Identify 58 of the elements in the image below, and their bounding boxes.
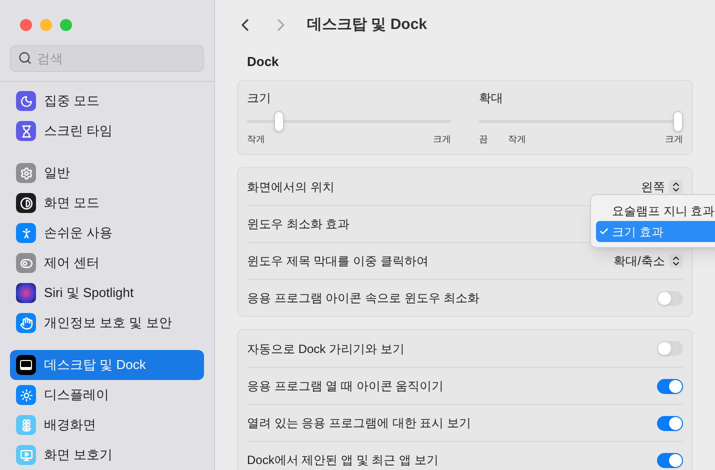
popup-button[interactable]: 확대/축소 bbox=[614, 252, 683, 270]
orb-icon bbox=[16, 283, 36, 303]
stepper-icon bbox=[669, 254, 683, 268]
hourglass-icon bbox=[16, 121, 36, 141]
hand-icon bbox=[16, 313, 36, 333]
setting-label: 윈도우 제목 막대를 이중 클릭하여 bbox=[247, 253, 428, 270]
search-icon bbox=[18, 51, 32, 65]
toggle-switch[interactable] bbox=[657, 290, 683, 306]
moon-icon bbox=[16, 91, 36, 111]
setting-label: 화면에서의 위치 bbox=[247, 178, 334, 196]
slider-thumb[interactable] bbox=[274, 110, 284, 132]
sidebar-item[interactable]: 일반 bbox=[10, 158, 204, 188]
window-title: 데스크탑 및 Dock bbox=[307, 14, 428, 35]
toggle-switch[interactable] bbox=[657, 452, 683, 468]
popup-button[interactable]: 왼쪽 bbox=[641, 178, 683, 196]
menu-item[interactable]: 요술램프 지니 효과 bbox=[596, 200, 715, 221]
setting-label: 응용 프로그램 열 때 아이콘 움직이기 bbox=[247, 378, 444, 395]
sun-icon bbox=[16, 385, 36, 405]
accessibility-icon bbox=[16, 223, 36, 243]
setting-label: 열려 있는 응용 프로그램에 대한 표시 보기 bbox=[247, 415, 472, 432]
section-title: Dock bbox=[247, 53, 280, 71]
search-field[interactable]: 검색 bbox=[10, 45, 204, 72]
toggle-switch[interactable] bbox=[657, 378, 683, 394]
toggle-switch[interactable] bbox=[657, 341, 683, 356]
tick-label: 끔 bbox=[479, 132, 488, 146]
sidebar-item[interactable]: Siri 및 Spotlight bbox=[10, 278, 204, 308]
setting-label: 응용 프로그램 아이콘 속으로 윈도우 최소화 bbox=[247, 290, 480, 307]
switches-icon bbox=[16, 253, 36, 273]
gear-icon bbox=[16, 163, 36, 183]
slider-label: 확대 bbox=[479, 90, 504, 106]
sidebar-item[interactable]: 화면 모드 bbox=[10, 188, 204, 218]
slider-label: 크기 bbox=[247, 90, 272, 106]
sidebar-item[interactable]: 화면 보호기 bbox=[10, 440, 204, 470]
zoom-icon[interactable] bbox=[60, 19, 72, 31]
sidebar-item[interactable]: 개인정보 보호 및 보안 bbox=[10, 308, 204, 338]
sidebar-item[interactable]: 집중 모드 bbox=[10, 86, 204, 116]
sidebar-item[interactable]: 데스크탑 및 Dock bbox=[10, 350, 204, 380]
close-icon[interactable] bbox=[20, 19, 32, 31]
slider-thumb[interactable] bbox=[673, 110, 683, 132]
tick-label: 크게 bbox=[665, 132, 683, 146]
screen-icon bbox=[16, 445, 36, 465]
sidebar-item[interactable]: 디스플레이 bbox=[10, 380, 204, 410]
sidebar-item[interactable]: 제어 센터 bbox=[10, 248, 204, 278]
setting-label: Dock에서 제안된 앱 및 최근 앱 보기 bbox=[247, 452, 438, 469]
sidebar-item[interactable]: 스크린 타임 bbox=[10, 116, 204, 146]
dock-icon bbox=[16, 355, 36, 375]
contrast-icon bbox=[16, 193, 36, 213]
check-icon bbox=[599, 226, 609, 237]
sidebar-item[interactable]: 손쉬운 사용 bbox=[10, 218, 204, 248]
tick-label: 작게 bbox=[508, 132, 526, 146]
setting-label: 자동으로 Dock 가리기와 보기 bbox=[247, 340, 404, 358]
toggle-switch[interactable] bbox=[657, 416, 683, 430]
setting-label: 윈도우 최소화 효과 bbox=[247, 216, 350, 233]
tick-label: 크게 bbox=[433, 132, 451, 146]
minimize-icon[interactable] bbox=[40, 19, 52, 31]
tick-label: 작게 bbox=[247, 132, 265, 146]
flower-icon bbox=[16, 415, 36, 435]
sidebar-item[interactable]: 배경화면 bbox=[10, 410, 204, 440]
